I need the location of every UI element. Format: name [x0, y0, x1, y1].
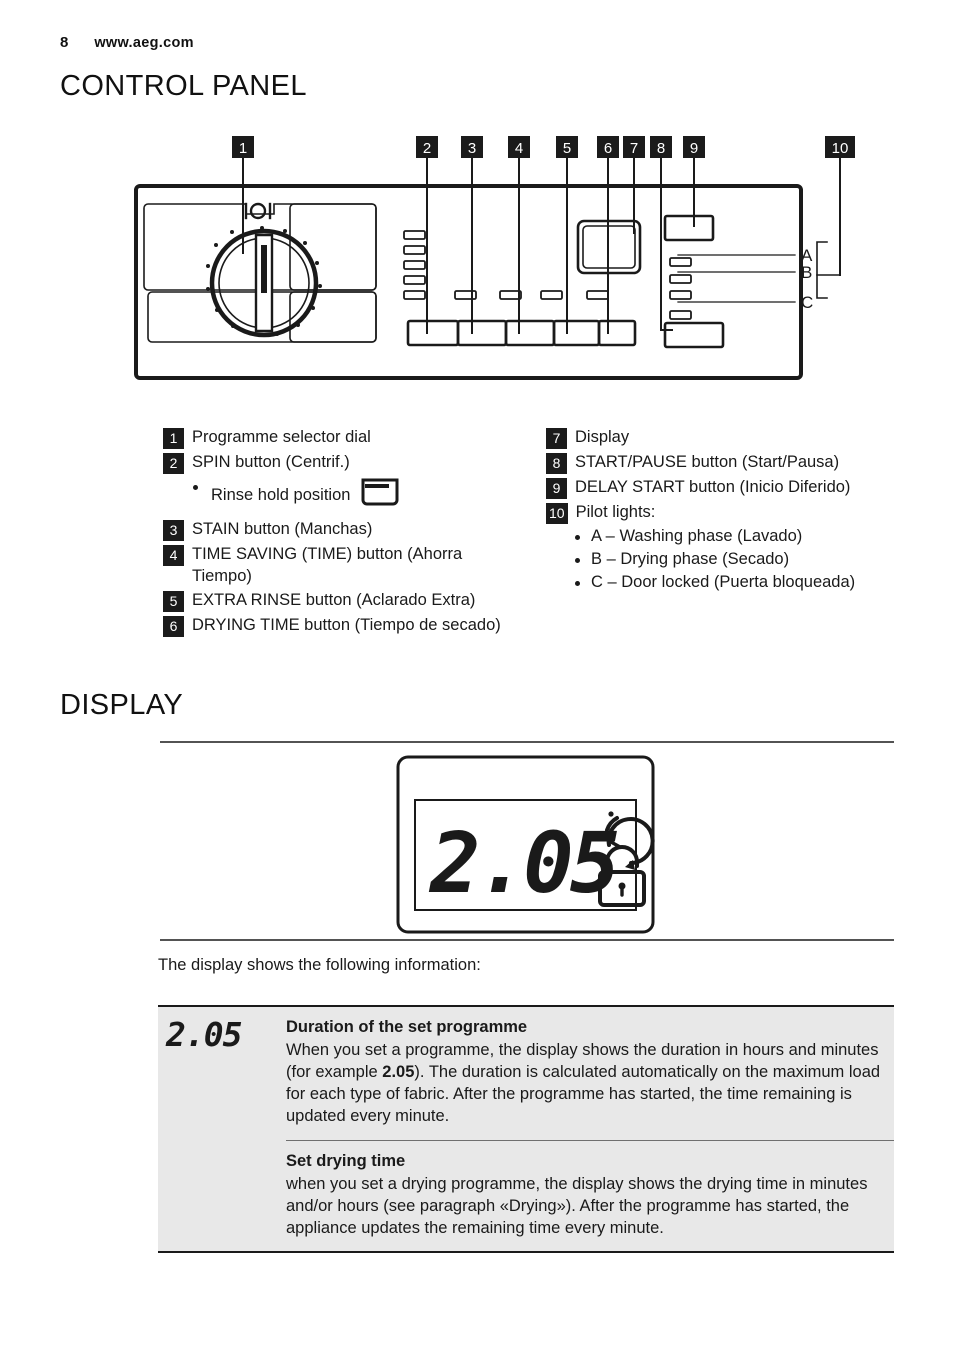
info-title-duration: Duration of the set programme: [286, 1018, 528, 1036]
info-row-drying: Set drying time when you set a drying pr…: [158, 1139, 894, 1251]
info-text-cell-duration: Duration of the set programme When you s…: [286, 1007, 894, 1140]
info-title-drying: Set drying time: [286, 1151, 406, 1170]
info-row-duration: 2.05 Duration of the set programme When …: [158, 1007, 894, 1140]
info-body-duration-2: ).: [414, 1063, 425, 1082]
display-intro-text: The display shows the following informat…: [158, 956, 481, 974]
info-body-duration-bold: 2.05: [382, 1063, 415, 1082]
info-icon-cell-duration: 2.05: [158, 1007, 286, 1054]
info-text-cell-drying: Set drying time when you set a drying pr…: [286, 1139, 894, 1251]
lcd-value-duration: 2.05: [166, 1015, 242, 1054]
display-figure: 2.05: [0, 0, 954, 965]
display-info-table: 2.05 Duration of the set programme When …: [158, 1005, 894, 1253]
info-icon-cell-drying: [158, 1140, 286, 1148]
display-value: 2.05: [428, 814, 618, 912]
